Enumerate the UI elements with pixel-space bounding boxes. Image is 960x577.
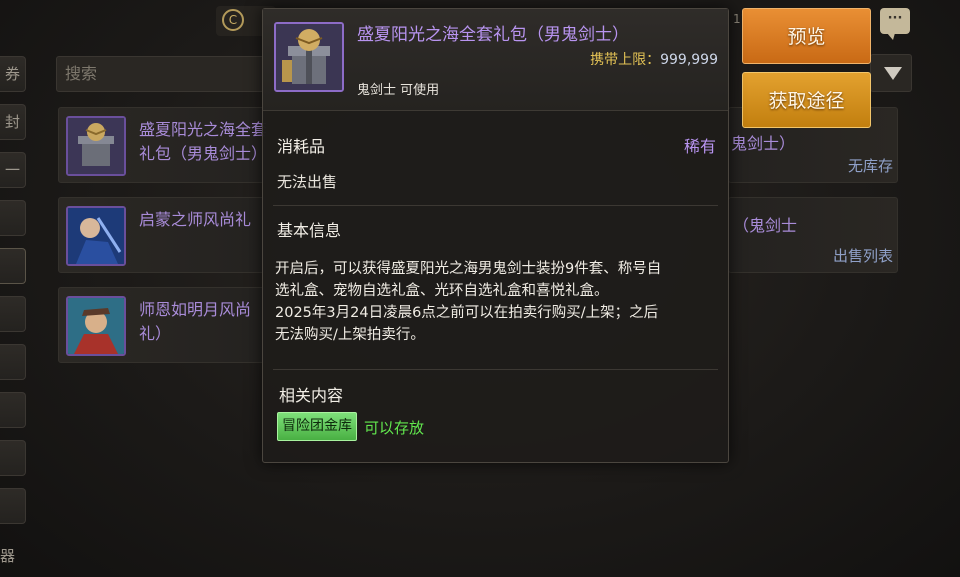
stock-status: 无库存 bbox=[847, 157, 893, 175]
gift-box-icon bbox=[274, 22, 344, 92]
sale-list-link[interactable]: 出售列表 bbox=[833, 245, 893, 266]
filter-dropdown[interactable] bbox=[870, 54, 912, 92]
left-tab[interactable]: 一 bbox=[0, 152, 26, 188]
left-tab-bottom[interactable]: 器 bbox=[0, 545, 15, 566]
item-category: 消耗品 bbox=[277, 137, 326, 156]
related-title: 相关内容 bbox=[279, 386, 344, 405]
can-store-text: 可以存放 bbox=[364, 419, 425, 437]
avatar-icon bbox=[66, 296, 126, 356]
list-item[interactable]: 启蒙之师风尚礼 bbox=[58, 197, 266, 273]
item-title: 盛夏阳光之海全套礼包（男鬼剑士） bbox=[357, 25, 629, 45]
description-line: 2025年3月24日凌晨6点之前可以在拍卖行购买/上架；之后 bbox=[275, 305, 659, 321]
list-item-name: （鬼剑士 bbox=[733, 216, 798, 235]
chat-bubble-icon[interactable]: ··· bbox=[880, 8, 910, 40]
left-tab-selected[interactable] bbox=[0, 248, 26, 284]
coin-icon: C bbox=[222, 9, 244, 31]
list-item[interactable]: 盛夏阳光之海全套礼包（男鬼剑士） bbox=[58, 107, 268, 183]
left-tab[interactable] bbox=[0, 200, 26, 236]
divider bbox=[273, 369, 718, 370]
left-tab[interactable] bbox=[0, 296, 26, 332]
search-input[interactable]: 搜索 bbox=[56, 56, 270, 92]
description-line: 无法购买/上架拍卖行。 bbox=[275, 327, 425, 343]
acquire-source-button[interactable]: 获取途径 bbox=[742, 72, 871, 128]
divider bbox=[273, 205, 718, 206]
list-item-name: 鬼剑士） bbox=[731, 134, 796, 153]
item-rarity: 稀有 bbox=[683, 137, 716, 156]
description-line: 选礼盒、宠物自选礼盒、光环自选礼盒和喜悦礼盒。 bbox=[275, 283, 609, 299]
list-item-right[interactable]: （鬼剑士 出售列表 bbox=[728, 197, 898, 273]
left-tab[interactable]: 券 bbox=[0, 56, 26, 92]
basic-info-title: 基本信息 bbox=[277, 221, 342, 240]
carry-limit-value: 999,999 bbox=[660, 52, 718, 68]
left-tab[interactable]: 封 bbox=[0, 104, 26, 140]
list-item-name: 启蒙之师风尚礼 bbox=[139, 210, 252, 229]
preview-button[interactable]: 预览 bbox=[742, 8, 871, 64]
left-tab[interactable] bbox=[0, 344, 26, 380]
left-tab[interactable] bbox=[0, 488, 26, 524]
carry-limit: 携带上限：999,999 bbox=[590, 49, 718, 69]
sale-status: 无法出售 bbox=[277, 173, 338, 191]
list-item-name: 盛夏阳光之海全套礼包（男鬼剑士） bbox=[139, 120, 268, 163]
avatar-icon bbox=[66, 206, 126, 266]
gift-box-icon bbox=[66, 116, 126, 176]
left-tab[interactable] bbox=[0, 440, 26, 476]
list-item[interactable]: 师恩如明月风尚礼） bbox=[58, 287, 266, 363]
description-line: 开启后，可以获得盛夏阳光之海男鬼剑士装扮9件套、称号自 bbox=[275, 261, 662, 277]
item-tooltip: 盛夏阳光之海全套礼包（男鬼剑士） 携带上限：999,999 鬼剑士 可使用 消耗… bbox=[262, 8, 729, 463]
tooltip-header: 盛夏阳光之海全套礼包（男鬼剑士） 携带上限：999,999 鬼剑士 可使用 bbox=[263, 9, 728, 111]
usable-by: 鬼剑士 可使用 bbox=[357, 83, 440, 98]
left-tab[interactable] bbox=[0, 392, 26, 428]
guild-vault-badge: 冒险团金库 bbox=[277, 412, 357, 441]
list-item-name: 师恩如明月风尚礼） bbox=[139, 300, 252, 343]
triangle-down-icon bbox=[884, 67, 902, 80]
carry-limit-label: 携带上限： bbox=[590, 52, 661, 68]
item-description: 开启后，可以获得盛夏阳光之海男鬼剑士装扮9件套、称号自 选礼盒、宠物自选礼盒、光… bbox=[275, 258, 720, 346]
